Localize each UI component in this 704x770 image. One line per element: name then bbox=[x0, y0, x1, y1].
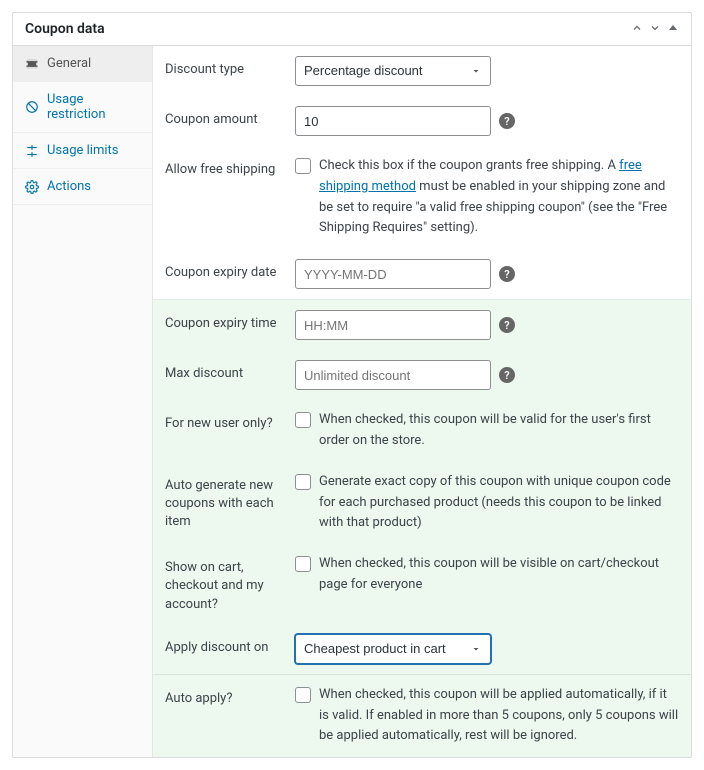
label-expiry-time: Coupon expiry time bbox=[165, 310, 285, 333]
sidebar-item-label: Actions bbox=[47, 179, 91, 194]
gear-icon bbox=[25, 180, 39, 194]
field-new-user: For new user only? When checked, this co… bbox=[153, 400, 691, 462]
toggle-panel-icon[interactable] bbox=[667, 22, 679, 37]
free-shipping-description: Check this box if the coupon grants free… bbox=[319, 156, 679, 239]
label-discount-type: Discount type bbox=[165, 56, 285, 79]
auto-generate-description: Generate exact copy of this coupon with … bbox=[319, 472, 679, 534]
show-on-cart-description: When checked, this coupon will be visibl… bbox=[319, 554, 679, 596]
label-max-discount: Max discount bbox=[165, 360, 285, 383]
panel-header: Coupon data bbox=[13, 13, 691, 46]
label-auto-generate: Auto generate new coupons with each item bbox=[165, 472, 285, 532]
block-icon bbox=[25, 100, 39, 114]
panel-body: General Usage restriction Usage limits A… bbox=[13, 46, 691, 757]
label-auto-apply: Auto apply? bbox=[165, 685, 285, 708]
new-user-checkbox[interactable] bbox=[295, 412, 311, 428]
show-on-cart-checkbox[interactable] bbox=[295, 556, 311, 572]
max-discount-input[interactable] bbox=[295, 360, 491, 390]
sidebar-item-label: Usage limits bbox=[47, 143, 118, 158]
expiry-time-input[interactable] bbox=[295, 310, 491, 340]
auto-apply-description: When checked, this coupon will be applie… bbox=[319, 685, 679, 747]
apply-discount-on-select[interactable]: Cheapest product in cart bbox=[295, 634, 491, 664]
extra-section-2: Auto apply? When checked, this coupon wi… bbox=[153, 674, 691, 757]
help-icon[interactable]: ? bbox=[499, 266, 515, 282]
panel-header-controls bbox=[631, 22, 679, 37]
label-show-on-cart: Show on cart, checkout and my account? bbox=[165, 554, 285, 614]
ticket-icon bbox=[25, 57, 39, 71]
sidebar: General Usage restriction Usage limits A… bbox=[13, 46, 153, 757]
panel-title: Coupon data bbox=[25, 21, 105, 37]
field-discount-type: Discount type Percentage discount bbox=[153, 46, 691, 96]
expiry-date-input[interactable] bbox=[295, 259, 491, 289]
free-shipping-checkbox[interactable] bbox=[295, 158, 311, 174]
limits-icon bbox=[25, 144, 39, 158]
auto-generate-checkbox[interactable] bbox=[295, 474, 311, 490]
field-show-on-cart: Show on cart, checkout and my account? W… bbox=[153, 544, 691, 624]
label-coupon-amount: Coupon amount bbox=[165, 106, 285, 129]
field-free-shipping: Allow free shipping Check this box if th… bbox=[153, 146, 691, 249]
sidebar-item-usage-limits[interactable]: Usage limits bbox=[13, 133, 152, 169]
label-free-shipping: Allow free shipping bbox=[165, 156, 285, 179]
sidebar-item-actions[interactable]: Actions bbox=[13, 169, 152, 205]
help-icon[interactable]: ? bbox=[499, 113, 515, 129]
label-apply-discount-on: Apply discount on bbox=[165, 634, 285, 657]
move-down-icon[interactable] bbox=[649, 22, 661, 37]
extra-section-1: Coupon expiry time ? Max discount ? For … bbox=[153, 299, 691, 674]
auto-apply-checkbox[interactable] bbox=[295, 687, 311, 703]
field-coupon-amount: Coupon amount ? bbox=[153, 96, 691, 146]
field-max-discount: Max discount ? bbox=[153, 350, 691, 400]
sidebar-item-label: Usage restriction bbox=[47, 92, 140, 122]
field-apply-discount-on: Apply discount on Cheapest product in ca… bbox=[153, 624, 691, 674]
discount-type-select[interactable]: Percentage discount bbox=[295, 56, 491, 86]
sidebar-item-label: General bbox=[47, 56, 91, 71]
coupon-data-panel: Coupon data General bbox=[12, 12, 692, 758]
help-icon[interactable]: ? bbox=[499, 317, 515, 333]
new-user-description: When checked, this coupon will be valid … bbox=[319, 410, 679, 452]
label-new-user: For new user only? bbox=[165, 410, 285, 433]
field-auto-apply: Auto apply? When checked, this coupon wi… bbox=[153, 675, 691, 757]
coupon-amount-input[interactable] bbox=[295, 106, 491, 136]
content: Discount type Percentage discount Coupon… bbox=[153, 46, 691, 757]
field-expiry-date: Coupon expiry date ? bbox=[153, 249, 691, 299]
field-auto-generate: Auto generate new coupons with each item… bbox=[153, 462, 691, 544]
label-expiry-date: Coupon expiry date bbox=[165, 259, 285, 282]
field-expiry-time: Coupon expiry time ? bbox=[153, 300, 691, 350]
sidebar-item-general[interactable]: General bbox=[13, 46, 152, 82]
sidebar-item-usage-restriction[interactable]: Usage restriction bbox=[13, 82, 152, 133]
help-icon[interactable]: ? bbox=[499, 367, 515, 383]
move-up-icon[interactable] bbox=[631, 22, 643, 37]
